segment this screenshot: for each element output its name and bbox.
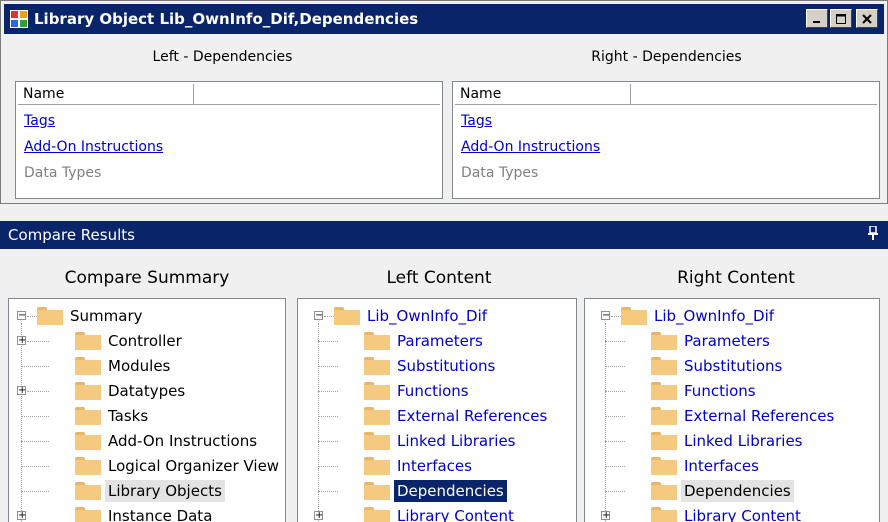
tree-label: Tasks	[108, 407, 149, 425]
tree-label: Add-On Instructions	[108, 432, 258, 450]
name-column-header[interactable]: Name	[18, 84, 194, 104]
expand-icon[interactable]: +	[601, 511, 610, 521]
close-button[interactable]	[856, 9, 878, 28]
right-dependencies-list: Name Tags Add-On Instructions Data Types	[452, 81, 880, 199]
tree-label: Parameters	[684, 332, 770, 350]
left-content-tree: − Lib_OwnInfo_Dif Parameters Substitutio…	[297, 298, 577, 522]
right-datatypes-item: Data Types	[461, 165, 539, 181]
app-icon	[10, 10, 28, 28]
tree-label: Substitutions	[397, 357, 496, 375]
pin-icon[interactable]	[868, 225, 878, 244]
folder-icon	[364, 357, 390, 375]
folder-icon	[334, 307, 360, 325]
folder-icon	[621, 307, 647, 325]
tree-label: Linked Libraries	[397, 432, 516, 450]
folder-icon	[651, 382, 677, 400]
expand-icon[interactable]: +	[17, 511, 26, 521]
left-dependencies-list: Name Tags Add-On Instructions Data Types	[15, 81, 443, 199]
right-list-header: Name	[455, 84, 877, 105]
left-aoi-link[interactable]: Add-On Instructions	[24, 139, 163, 155]
folder-icon	[75, 507, 101, 522]
window-title: Library Object Lib_OwnInfo_Dif,Dependenc…	[34, 10, 419, 28]
folder-icon	[364, 482, 390, 500]
tree-label: Datatypes	[108, 382, 186, 400]
folder-icon	[651, 407, 677, 425]
left-datatypes-item: Data Types	[24, 165, 102, 181]
tree-label: Library Objects	[105, 480, 225, 502]
tree-label: External References	[684, 407, 835, 425]
left-dependencies-title: Left - Dependencies	[152, 49, 293, 65]
tree-label: Dependencies	[394, 480, 507, 502]
collapse-icon[interactable]: −	[601, 311, 610, 321]
compare-results-bar: Compare Results	[0, 221, 888, 249]
dependencies-window: Library Object Lib_OwnInfo_Dif,Dependenc…	[0, 0, 888, 204]
folder-icon	[651, 357, 677, 375]
folder-icon	[364, 382, 390, 400]
folder-icon	[364, 407, 390, 425]
tree-label: Functions	[397, 382, 469, 400]
folder-icon	[37, 307, 63, 325]
folder-icon	[75, 382, 101, 400]
tree-label: Library Content	[684, 507, 801, 522]
tree-label: Parameters	[397, 332, 483, 350]
folder-icon	[75, 457, 101, 475]
right-dependencies-title: Right - Dependencies	[591, 49, 742, 65]
minimize-icon	[813, 20, 820, 23]
folder-icon	[364, 457, 390, 475]
tree-label: Linked Libraries	[684, 432, 803, 450]
compare-summary-heading: Compare Summary	[64, 268, 230, 288]
close-icon	[862, 13, 872, 24]
folder-icon	[364, 432, 390, 450]
maximize-icon	[836, 13, 846, 24]
tree-label: Substitutions	[684, 357, 783, 375]
expand-icon[interactable]: +	[17, 386, 26, 396]
left-list-header: Name	[18, 84, 440, 105]
tree-label: Controller	[108, 332, 182, 350]
right-content-tree: − Lib_OwnInfo_Dif Parameters Substitutio…	[584, 298, 880, 522]
tree-label: Interfaces	[684, 457, 759, 475]
folder-icon	[75, 407, 101, 425]
folder-icon	[75, 332, 101, 350]
tree-label: Functions	[684, 382, 756, 400]
right-aoi-link[interactable]: Add-On Instructions	[461, 139, 600, 155]
tree-label: Lib_OwnInfo_Dif	[654, 307, 775, 325]
folder-icon	[364, 507, 390, 522]
tree-label: Interfaces	[397, 457, 472, 475]
summary-tree: − Summary + Controller Modules + Datatyp…	[8, 298, 286, 522]
expand-icon[interactable]: +	[314, 511, 323, 521]
minimize-button[interactable]	[806, 9, 828, 28]
compare-results-title: Compare Results	[8, 226, 135, 244]
tree-label: Lib_OwnInfo_Dif	[367, 307, 488, 325]
tree-label: Logical Organizer View	[108, 457, 280, 475]
tree-label: External References	[397, 407, 548, 425]
folder-icon	[75, 432, 101, 450]
folder-icon	[364, 332, 390, 350]
right-content-heading: Right Content	[677, 268, 795, 288]
title-bar[interactable]: Library Object Lib_OwnInfo_Dif,Dependenc…	[4, 4, 884, 34]
folder-icon	[651, 432, 677, 450]
expand-icon[interactable]: +	[17, 336, 26, 346]
folder-icon	[651, 482, 677, 500]
collapse-icon[interactable]: −	[314, 311, 323, 321]
left-tags-link[interactable]: Tags	[24, 113, 55, 129]
folder-icon	[75, 357, 101, 375]
folder-icon	[651, 507, 677, 522]
tree-label: Library Content	[397, 507, 514, 522]
folder-icon	[75, 482, 101, 500]
tree-label: Summary	[70, 307, 143, 325]
folder-icon	[651, 457, 677, 475]
right-tags-link[interactable]: Tags	[461, 113, 492, 129]
tree-label: Dependencies	[681, 480, 794, 502]
tree-label: Modules	[108, 357, 171, 375]
folder-icon	[651, 332, 677, 350]
name-column-header[interactable]: Name	[455, 84, 631, 104]
collapse-icon[interactable]: −	[17, 311, 26, 321]
left-content-heading: Left Content	[386, 268, 492, 288]
maximize-button[interactable]	[830, 9, 852, 28]
tree-label: Instance Data	[108, 507, 213, 522]
